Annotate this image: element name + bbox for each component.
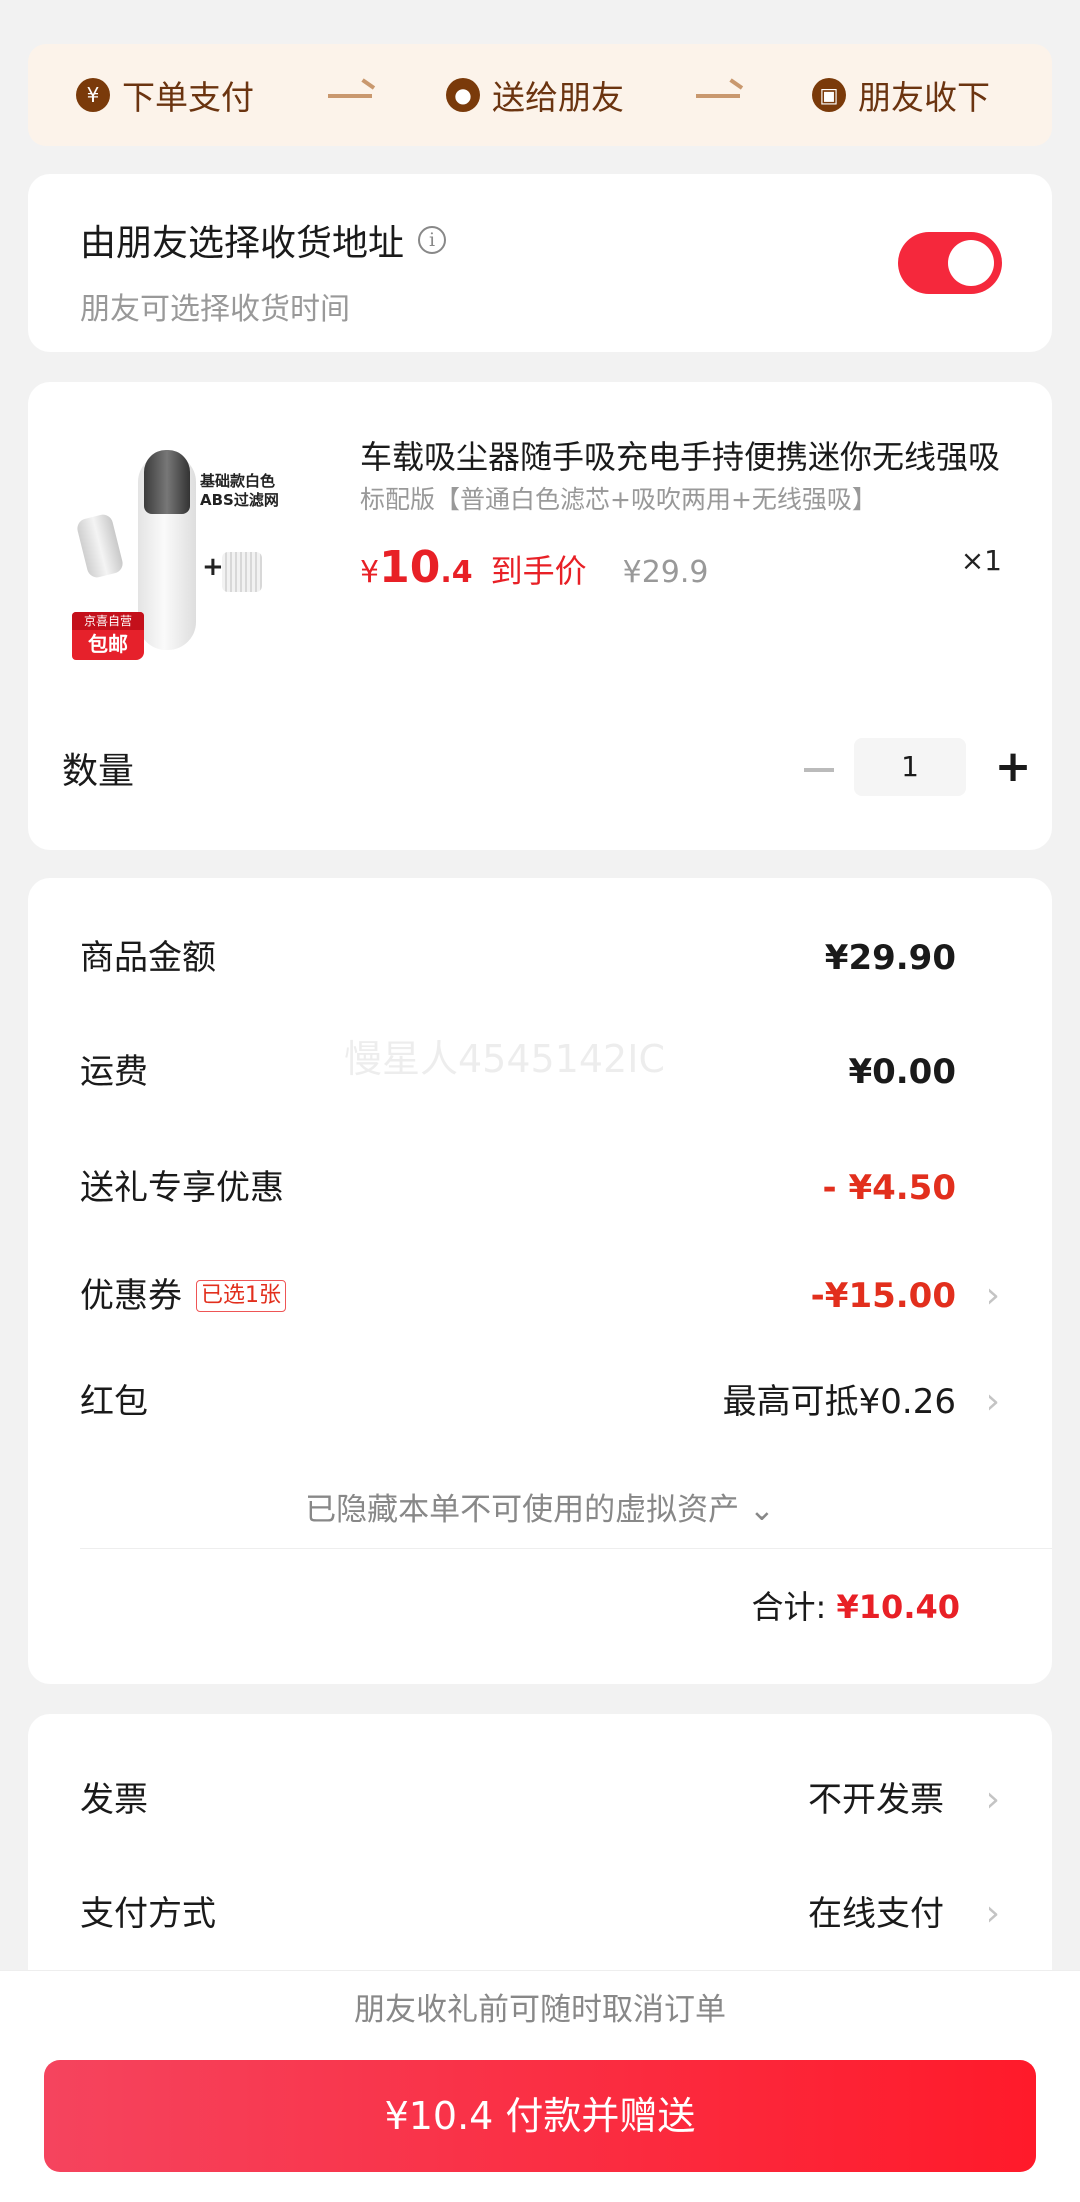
goods-amount-value: ¥29.90: [824, 938, 956, 978]
free-shipping-badge: 京喜自营 包邮: [72, 612, 144, 660]
product-card: 基础款白色 ABS过滤网 + 京喜自营 包邮 车载吸尘器随手吸充电手持便携迷你无…: [28, 382, 1052, 850]
product-title[interactable]: 车载吸尘器随手吸充电手持便携迷你无线强吸: [360, 432, 1020, 478]
filter-illustration: [222, 552, 262, 592]
step-label: 朋友收下: [858, 78, 990, 117]
yen-icon: ¥: [76, 78, 110, 112]
red-packet-label: 红包: [80, 1382, 148, 1422]
gift-steps-banner: ¥ 下单支付 ● 送给朋友 ▣ 朋友收下: [28, 44, 1052, 146]
total-value: ¥10.40: [836, 1588, 960, 1626]
goods-amount-row: 商品金额 ¥29.90: [80, 928, 1000, 988]
address-subtitle: 朋友可选择收货时间: [80, 292, 350, 327]
wechat-icon: ●: [446, 78, 480, 112]
arrow-right-icon: [696, 94, 740, 98]
address-title-text: 由朋友选择收货地址: [80, 223, 405, 264]
address-option-title: 由朋友选择收货地址 i: [80, 214, 447, 266]
info-icon[interactable]: i: [418, 226, 447, 254]
badge-top-text: 京喜自营: [72, 612, 144, 630]
total-label: 合计:: [751, 1588, 827, 1626]
product-image[interactable]: 基础款白色 ABS过滤网 + 京喜自营 包邮: [72, 436, 312, 660]
invoice-row[interactable]: 发票 不开发票 ›: [80, 1770, 1000, 1830]
order-options-card: 发票 不开发票 › 支付方式 在线支付 ›: [28, 1714, 1052, 2014]
gift-discount-value: - ¥4.50: [822, 1168, 957, 1208]
shipping-value: ¥0.00: [848, 1052, 956, 1092]
price-summary-card: 慢星人4545142IC 商品金额 ¥29.90 运费 ¥0.00 送礼专享优惠…: [28, 878, 1052, 1684]
price-integer: 10: [379, 542, 441, 593]
order-total: 合计: ¥10.40: [752, 1582, 960, 1628]
quantity-increase-button[interactable]: +: [984, 738, 1042, 796]
quantity-decrease-button[interactable]: [804, 768, 834, 772]
product-price: ¥ 10 .4 到手价 ¥29.9: [360, 542, 709, 593]
gift-icon: ▣: [812, 78, 846, 112]
product-spec: 标配版【普通白色滤芯+吸吹两用+无线强吸】: [360, 485, 877, 514]
coupon-value: -¥15.00: [810, 1276, 956, 1316]
friend-address-toggle[interactable]: [898, 232, 1002, 294]
hidden-assets-toggle[interactable]: 已隐藏本单不可使用的虚拟资产 ⌄: [28, 1484, 1052, 1529]
gift-discount-label: 送礼专享优惠: [80, 1168, 284, 1208]
original-price: ¥29.9: [622, 555, 709, 590]
toggle-knob: [948, 240, 994, 286]
price-currency: ¥: [360, 555, 380, 590]
coupon-row[interactable]: 优惠券 已选1张 -¥15.00 ›: [80, 1266, 1000, 1326]
payment-method-value: 在线支付: [808, 1894, 944, 1934]
final-price-tag: 到手价: [490, 552, 587, 590]
nozzle-illustration: [75, 512, 125, 580]
product-count: ×1: [960, 544, 1002, 577]
divider: [80, 1548, 1052, 1549]
image-caption: 基础款白色 ABS过滤网: [200, 472, 279, 509]
plus-glyph: +: [202, 552, 224, 582]
pay-bar: ¥10.4 付款并赠送: [0, 2048, 1080, 2202]
coupon-label: 优惠券: [80, 1276, 182, 1316]
step-label: 下单支付: [122, 78, 254, 117]
step-send: ● 送给朋友: [446, 44, 624, 146]
coupon-label-group: 优惠券 已选1张: [80, 1266, 286, 1326]
badge-bottom-text: 包邮: [88, 632, 128, 656]
vacuum-top-illustration: [144, 450, 190, 514]
coupon-selected-tag: 已选1张: [196, 1280, 286, 1312]
chevron-right-icon: ›: [985, 1381, 1000, 1422]
quantity-input[interactable]: 1: [854, 738, 966, 796]
chevron-right-icon: ›: [985, 1275, 1000, 1316]
shipping-label: 运费: [80, 1052, 148, 1092]
arrow-right-icon: [328, 94, 372, 98]
chevron-right-icon: ›: [985, 1893, 1000, 1934]
step-label: 送给朋友: [492, 78, 624, 117]
red-packet-row[interactable]: 红包 最高可抵¥0.26 ›: [80, 1372, 1000, 1432]
shipping-row: 运费 ¥0.00: [80, 1042, 1000, 1102]
price-decimal: .4: [440, 555, 473, 590]
goods-amount-label: 商品金额: [80, 938, 216, 978]
step-receive: ▣ 朋友收下: [812, 44, 990, 146]
payment-method-row[interactable]: 支付方式 在线支付 ›: [80, 1884, 1000, 1944]
pay-and-gift-button[interactable]: ¥10.4 付款并赠送: [44, 2060, 1036, 2172]
cancel-notice: 朋友收礼前可随时取消订单: [0, 1970, 1080, 2049]
invoice-value: 不开发票: [808, 1780, 944, 1820]
payment-method-label: 支付方式: [80, 1894, 216, 1934]
invoice-label: 发票: [80, 1780, 148, 1820]
quantity-label: 数量: [62, 751, 135, 792]
chevron-right-icon: ›: [985, 1779, 1000, 1820]
red-packet-value: 最高可抵¥0.26: [722, 1382, 956, 1422]
step-pay: ¥ 下单支付: [76, 44, 254, 146]
address-card: 由朋友选择收货地址 i 朋友可选择收货时间: [28, 174, 1052, 352]
gift-discount-row: 送礼专享优惠 - ¥4.50: [80, 1158, 1000, 1218]
